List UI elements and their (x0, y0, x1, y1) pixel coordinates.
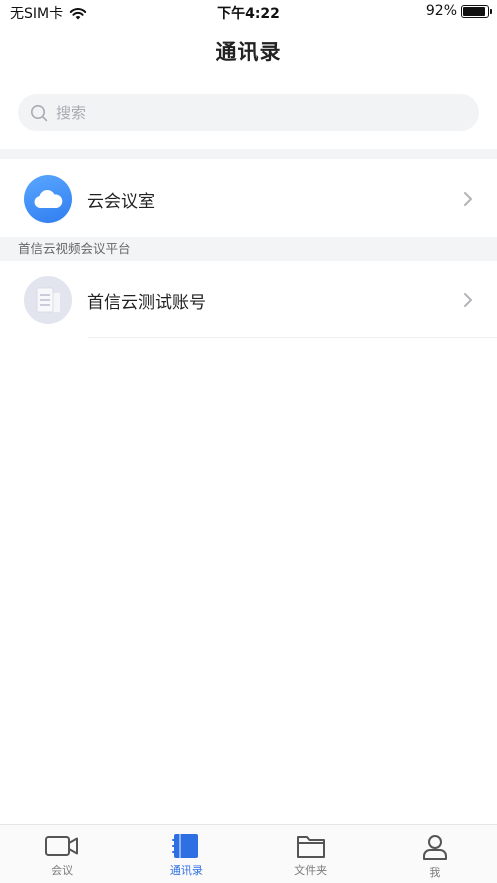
folder-icon (296, 836, 325, 858)
page-title: 通讯录 (215, 40, 282, 64)
person-icon (422, 835, 447, 860)
battery-percent: 92% (425, 3, 457, 19)
status-bar: 无SIM卡 下午4:22 92% (0, 0, 497, 26)
list-item-test-account[interactable]: 首信云测试账号 (0, 262, 497, 338)
status-time: 下午4:22 (217, 6, 280, 22)
row-separator (88, 337, 497, 338)
contacts-book-icon (172, 834, 199, 858)
tab-folders[interactable]: 文件夹 (249, 825, 373, 883)
cloud-icon (34, 189, 63, 208)
chevron-right-icon (464, 293, 472, 307)
video-camera-icon (45, 836, 79, 856)
tab-meetings-label: 会议 (51, 864, 74, 877)
search-placeholder: 搜索 (56, 104, 87, 122)
account-label: 首信云测试账号 (87, 292, 206, 313)
status-right: 92% (425, 3, 492, 19)
section-header-organization: 首信云视频会议平台 (0, 237, 497, 261)
tab-contacts[interactable]: 通讯录 (124, 825, 248, 883)
tab-folders-label: 文件夹 (294, 864, 328, 877)
tab-me[interactable]: 我 (373, 825, 497, 883)
tab-bar: 会议 通讯录 文件夹 我 (0, 824, 497, 883)
list-item-cloud-meeting-room[interactable]: 云会议室 (0, 161, 497, 237)
document-icon (36, 287, 60, 313)
search-icon (31, 104, 48, 121)
battery-icon (461, 4, 492, 18)
chevron-right-icon (464, 192, 472, 206)
tab-contacts-label: 通讯录 (169, 864, 203, 877)
cloud-meeting-label: 云会议室 (87, 191, 155, 212)
account-avatar (24, 276, 72, 324)
tab-meetings[interactable]: 会议 (0, 825, 124, 883)
tab-me-label: 我 (429, 866, 441, 879)
battery-fill (463, 6, 486, 16)
search-input[interactable]: 搜索 (18, 94, 479, 131)
cloud-meeting-avatar (24, 175, 72, 223)
section-divider (0, 149, 497, 159)
